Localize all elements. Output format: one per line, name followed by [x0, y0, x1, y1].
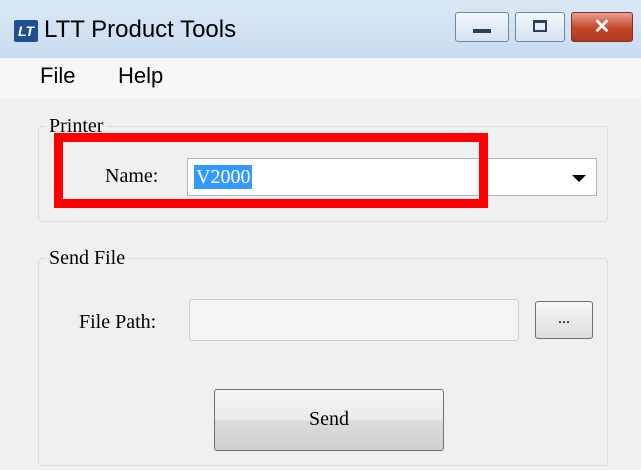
minimize-button[interactable]	[455, 12, 509, 42]
printer-name-label: Name:	[105, 165, 159, 187]
printer-group-legend: Printer	[45, 115, 108, 138]
menu-help[interactable]: Help	[118, 63, 163, 89]
maximize-button[interactable]	[515, 12, 565, 42]
dropdown-arrow-icon[interactable]	[572, 175, 586, 182]
maximize-icon	[533, 20, 547, 32]
printer-group: Printer Name: V2000	[38, 115, 608, 222]
file-path-input[interactable]	[189, 299, 519, 341]
close-button[interactable]: ✕	[571, 12, 633, 42]
file-path-label: File Path:	[79, 311, 157, 333]
printer-name-combobox[interactable]: V2000	[187, 158, 597, 196]
send-file-group-legend: Send File	[45, 247, 130, 270]
send-file-group: Send File File Path: ... Send	[38, 247, 608, 466]
browse-button[interactable]: ...	[535, 301, 593, 339]
close-icon: ✕	[593, 16, 611, 38]
app-logo-icon: LT	[14, 20, 38, 42]
app-window: LT LTT Product Tools ✕ File Help Printer…	[0, 0, 641, 470]
menu-bar: File Help	[0, 58, 641, 98]
minimize-icon	[473, 29, 491, 33]
title-bar[interactable]: LT LTT Product Tools ✕	[0, 0, 641, 58]
printer-name-value[interactable]: V2000	[194, 165, 253, 189]
send-button[interactable]: Send	[214, 389, 444, 451]
window-title: LTT Product Tools	[44, 16, 237, 43]
menu-file[interactable]: File	[40, 63, 75, 89]
